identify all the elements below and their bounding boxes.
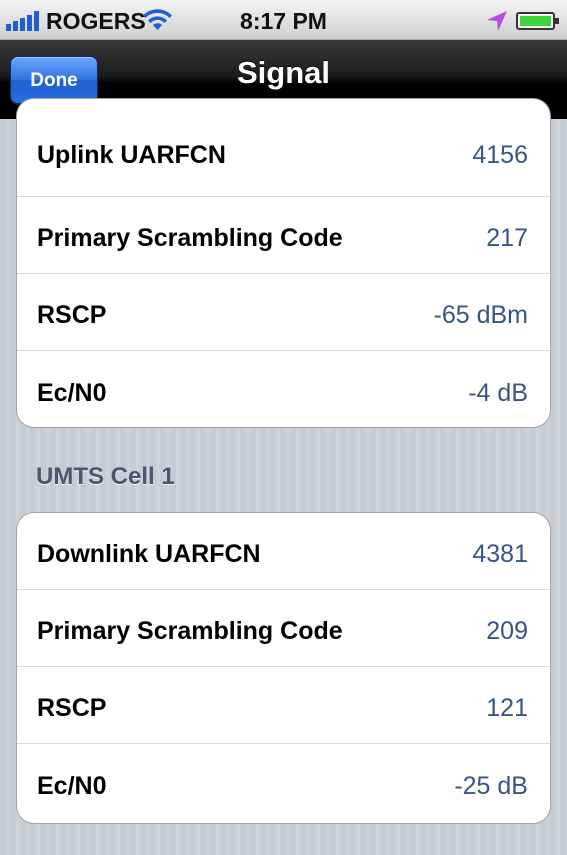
table-row: RSCP -65 dBm: [17, 274, 550, 351]
row-label: Primary Scrambling Code: [37, 617, 343, 645]
row-value: 217: [486, 224, 528, 252]
row-value: -65 dBm: [433, 301, 528, 329]
table-row: Ec/N0 -4 dB: [17, 351, 550, 427]
signal-info-group: Uplink UARFCN 4156 Primary Scrambling Co…: [16, 98, 551, 428]
table-row: Uplink UARFCN 4156: [17, 99, 550, 197]
table-row: RSCP 121: [17, 667, 550, 744]
row-value: 4156: [472, 141, 528, 169]
row-label: RSCP: [37, 694, 107, 722]
battery-icon: [516, 12, 559, 30]
table-row: Primary Scrambling Code 209: [17, 590, 550, 667]
row-label: RSCP: [37, 301, 107, 329]
row-label: Uplink UARFCN: [37, 141, 226, 169]
table-row: Primary Scrambling Code 217: [17, 197, 550, 274]
row-value: -25 dB: [454, 772, 528, 800]
row-value: 209: [486, 617, 528, 645]
table-row: Ec/N0 -25 dB: [17, 744, 550, 821]
row-label: Ec/N0: [37, 379, 107, 407]
row-label: Primary Scrambling Code: [37, 224, 343, 252]
signal-screen: ROGERS 8:17 PM Done Signal Uplink UARFCN…: [0, 0, 567, 855]
row-label: Downlink UARFCN: [37, 540, 261, 568]
table-row: Downlink UARFCN 4381: [17, 513, 550, 590]
page-title: Signal: [236, 55, 330, 90]
section-header-umts-cell-1: UMTS Cell 1: [36, 463, 175, 490]
location-arrow-icon: [487, 11, 507, 31]
status-bar: ROGERS 8:17 PM: [0, 0, 567, 40]
row-label: Ec/N0: [37, 772, 107, 800]
umts-cell-1-group: Downlink UARFCN 4381 Primary Scrambling …: [16, 512, 551, 824]
row-value: 4381: [472, 540, 528, 568]
row-value: -4 dB: [468, 379, 528, 407]
row-value: 121: [486, 694, 528, 722]
clock: 8:17 PM: [240, 8, 327, 34]
